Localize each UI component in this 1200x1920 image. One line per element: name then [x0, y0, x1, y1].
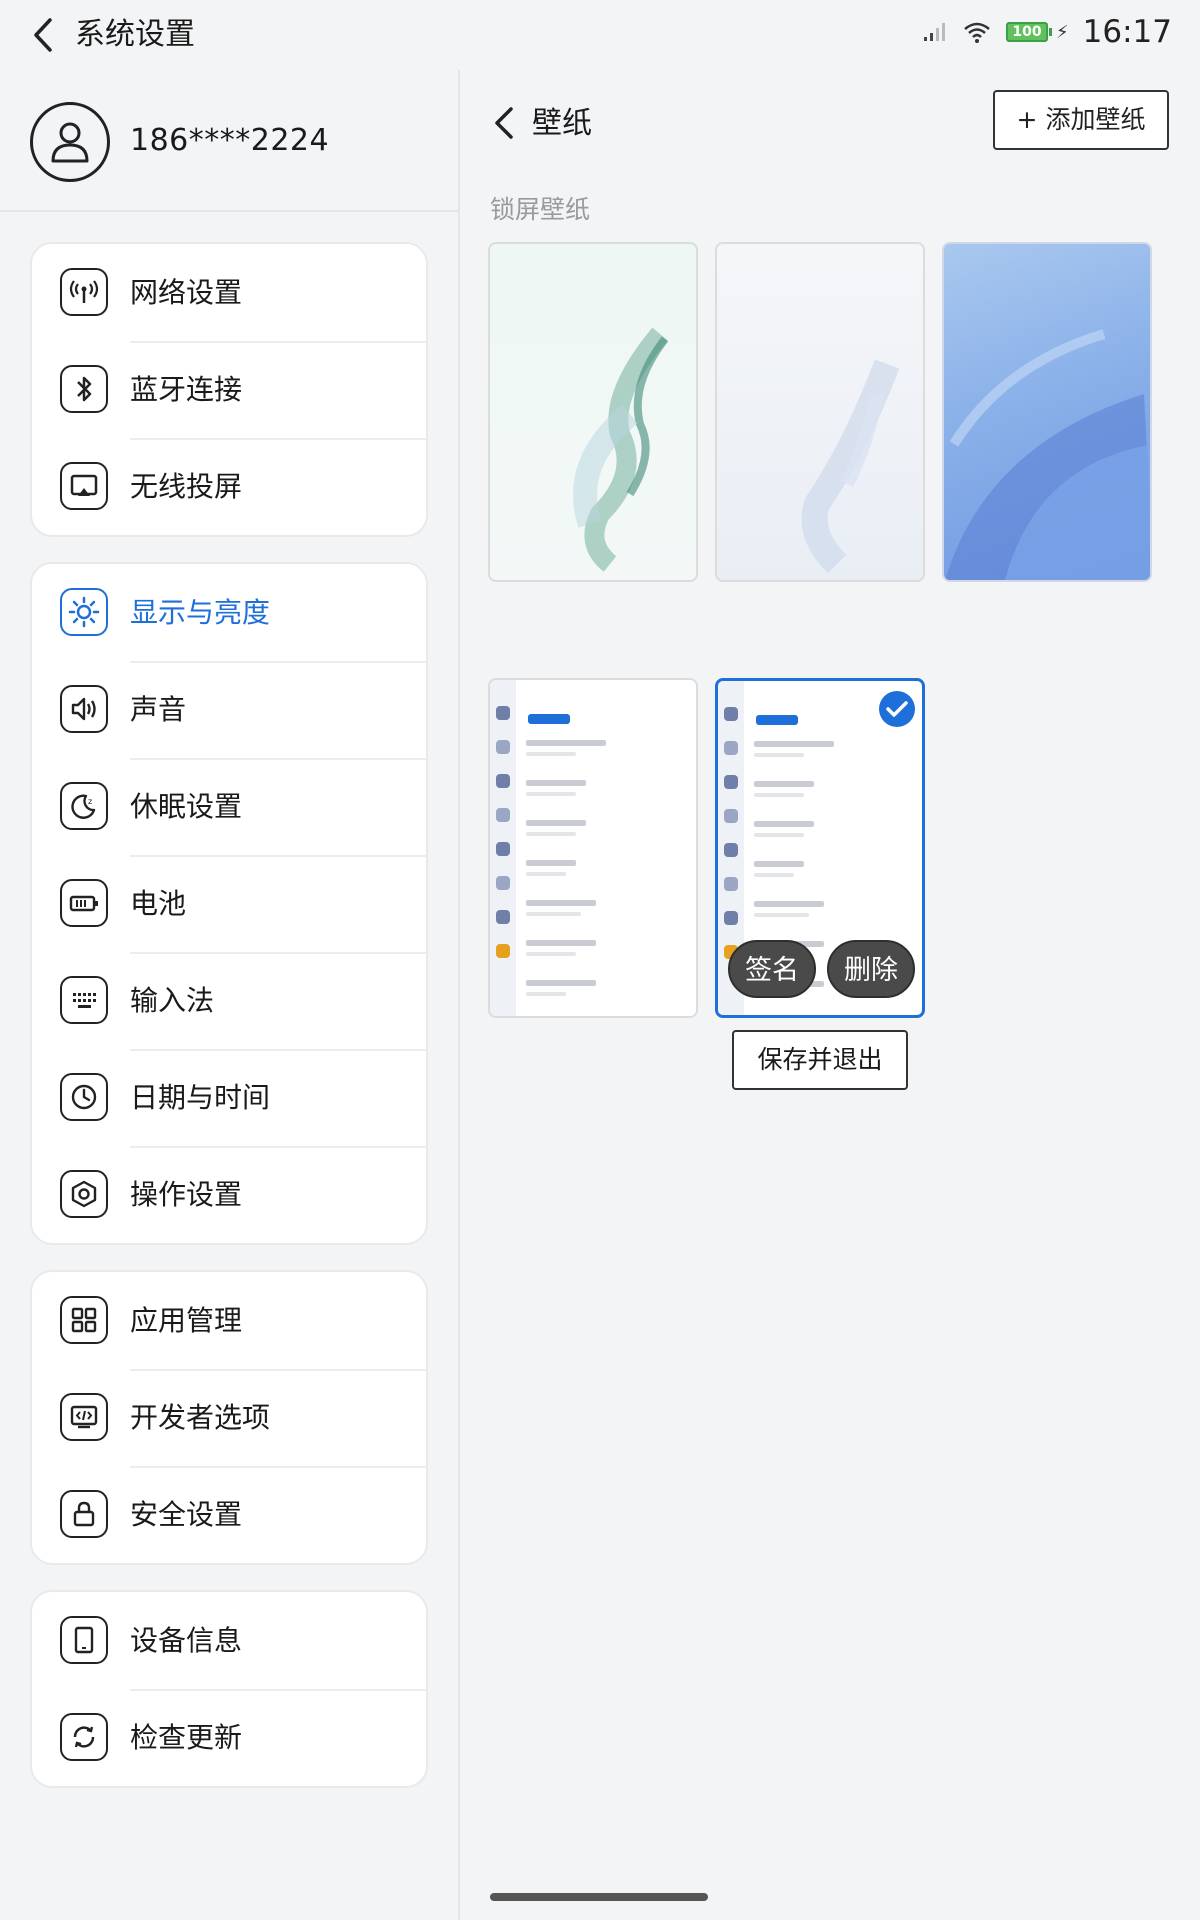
bluetooth-icon — [60, 365, 108, 413]
menu-item-label: 声音 — [130, 692, 187, 726]
status-bar: 100 ⚡ 16:17 — [922, 12, 1172, 52]
menu-item-app-management[interactable]: 应用管理 — [32, 1272, 426, 1369]
delete-button[interactable]: 删除 — [827, 940, 915, 998]
page-title: 系统设置 — [75, 17, 195, 52]
avatar-icon — [30, 102, 110, 182]
wallpaper-title: 壁纸 — [532, 106, 592, 141]
grid-icon — [60, 1296, 108, 1344]
menu-item-label: 安全设置 — [130, 1497, 243, 1531]
wallpaper-panel: 壁纸 + 添加壁纸 锁屏壁纸 签名 删除 保存并退出 — [460, 70, 1200, 1920]
battery-icon — [60, 879, 108, 927]
menu-item-label: 输入法 — [130, 983, 215, 1017]
menu-item-input-method[interactable]: 输入法 — [32, 952, 426, 1049]
wallpaper-thumb-blue-abstract[interactable] — [942, 242, 1152, 582]
menu-item-security[interactable]: 安全设置 — [32, 1466, 426, 1563]
selected-check-icon — [879, 691, 915, 727]
menu-item-sound[interactable]: 声音 — [32, 661, 426, 758]
menu-item-label: 网络设置 — [130, 275, 243, 309]
keyboard-icon — [60, 976, 108, 1024]
add-wallpaper-button[interactable]: + 添加壁纸 — [993, 90, 1169, 150]
lock-icon — [60, 1490, 108, 1538]
svg-text:z: z — [88, 797, 92, 806]
speaker-icon — [60, 685, 108, 733]
clock-icon — [60, 1073, 108, 1121]
menu-item-bluetooth[interactable]: 蓝牙连接 — [32, 341, 426, 438]
refresh-icon — [60, 1713, 108, 1761]
settings-group-connectivity: 网络设置 蓝牙连接 无线投屏 — [30, 242, 428, 537]
menu-item-label: 开发者选项 — [130, 1400, 271, 1434]
wallpaper-thumb-green-ink[interactable] — [488, 242, 698, 582]
back-arrow-icon[interactable] — [28, 16, 58, 54]
cast-icon — [60, 462, 108, 510]
menu-item-date-time[interactable]: 日期与时间 — [32, 1049, 426, 1146]
account-phone: 186****2224 — [130, 123, 330, 158]
menu-item-sleep[interactable]: z 休眠设置 — [32, 758, 426, 855]
moon-icon: z — [60, 782, 108, 830]
menu-item-label: 电池 — [130, 886, 187, 920]
menu-item-device-info[interactable]: 设备信息 — [32, 1592, 426, 1689]
home-indicator — [490, 1893, 708, 1901]
top-bar: 系统设置 100 ⚡ 16:17 — [0, 0, 1200, 70]
clock-time: 16:17 — [1082, 14, 1172, 50]
settings-sidebar: 186****2224 网络设置 蓝牙连接 无线投屏 显示与亮度 声音 z 休眠… — [0, 70, 460, 1920]
menu-item-battery[interactable]: 电池 — [32, 855, 426, 952]
wallpaper-thumb-screenshot-1[interactable] — [488, 678, 698, 1018]
battery-indicator: 100 ⚡ — [1006, 22, 1069, 43]
menu-item-label: 蓝牙连接 — [130, 372, 243, 406]
code-icon — [60, 1393, 108, 1441]
battery-level: 100 — [1006, 22, 1049, 42]
hex-gear-icon — [60, 1170, 108, 1218]
signal-icon — [924, 23, 946, 41]
menu-item-operation[interactable]: 操作设置 — [32, 1146, 426, 1243]
menu-item-screen-cast[interactable]: 无线投屏 — [32, 438, 426, 535]
settings-group-device: 设备信息 检查更新 — [30, 1590, 428, 1788]
menu-item-label: 休眠设置 — [130, 789, 243, 823]
wallpaper-thumb-light-gray[interactable] — [715, 242, 925, 582]
menu-item-label: 应用管理 — [130, 1303, 243, 1337]
save-and-exit-button[interactable]: 保存并退出 — [732, 1030, 908, 1090]
tablet-icon — [60, 1616, 108, 1664]
profile-row[interactable]: 186****2224 — [0, 70, 458, 212]
section-label-lockscreen: 锁屏壁纸 — [490, 195, 591, 224]
menu-item-check-update[interactable]: 检查更新 — [32, 1689, 426, 1786]
menu-item-label: 检查更新 — [130, 1720, 243, 1754]
brightness-icon — [60, 588, 108, 636]
menu-item-label: 显示与亮度 — [130, 595, 271, 629]
back-arrow-icon[interactable] — [492, 106, 516, 140]
menu-item-label: 设备信息 — [130, 1623, 243, 1657]
menu-item-display-brightness[interactable]: 显示与亮度 — [32, 564, 426, 661]
sign-button[interactable]: 签名 — [728, 940, 816, 998]
charging-icon: ⚡ — [1056, 21, 1069, 43]
antenna-icon — [60, 268, 108, 316]
wifi-icon — [964, 22, 990, 43]
menu-item-label: 无线投屏 — [130, 469, 243, 503]
menu-item-label: 日期与时间 — [130, 1080, 271, 1114]
menu-item-developer[interactable]: 开发者选项 — [32, 1369, 426, 1466]
settings-group-apps: 应用管理 开发者选项 安全设置 — [30, 1270, 428, 1565]
menu-item-network[interactable]: 网络设置 — [32, 244, 426, 341]
menu-item-label: 操作设置 — [130, 1177, 243, 1211]
settings-group-system: 显示与亮度 声音 z 休眠设置 电池 输入法 日期与时间 操作设置 — [30, 562, 428, 1245]
